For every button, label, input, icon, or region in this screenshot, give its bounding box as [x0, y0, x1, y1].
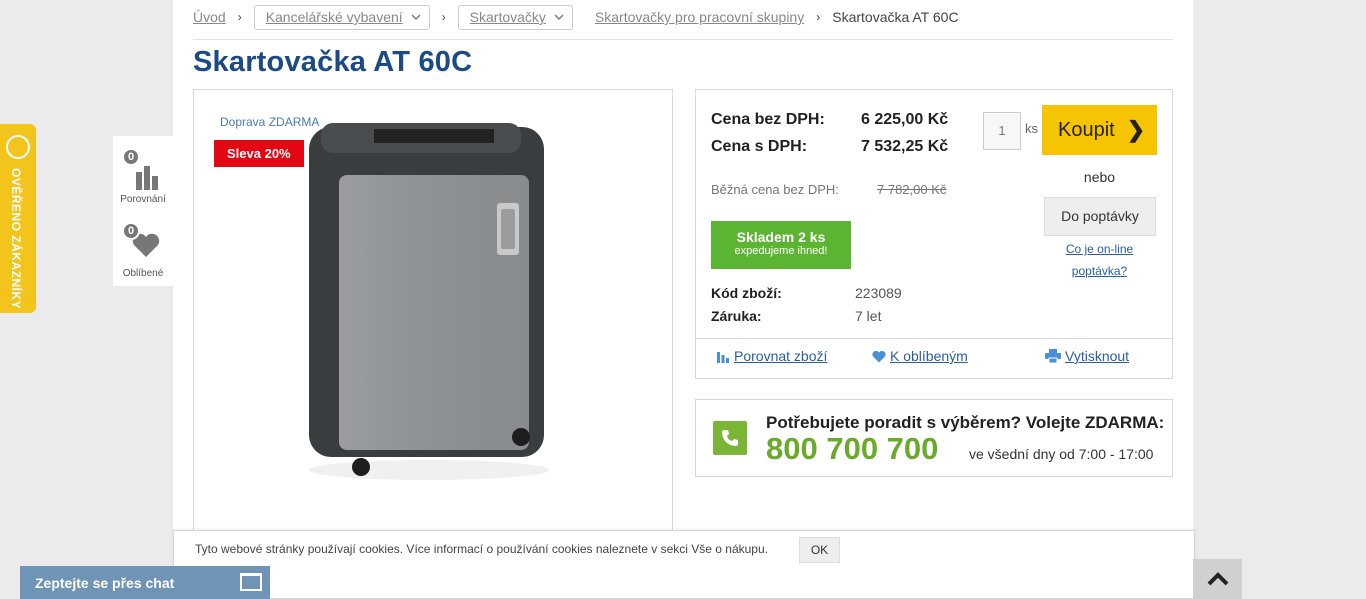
inquiry-button[interactable]: Do poptávky [1044, 197, 1156, 236]
main-content: Úvod › Kancelářské vybavení › Skartovačk… [173, 0, 1193, 599]
contact-hours: ve všední dny od 7:00 - 17:00 [969, 446, 1154, 462]
breadcrumb-current: Skartovačka AT 60C [832, 9, 959, 25]
chevron-up-icon [1207, 572, 1228, 586]
cookie-bar: Tyto webové stránky používají cookies. V… [173, 530, 1195, 599]
quantity-input[interactable]: 1 [983, 112, 1021, 150]
product-code-label: Kód zboží: [711, 285, 782, 301]
phone-number[interactable]: 800 700 700 [766, 431, 938, 467]
breadcrumb: Úvod › Kancelářské vybavení › Skartovačk… [193, 4, 959, 30]
add-favorite-label: K oblíbeným [890, 348, 968, 364]
product-code: 223089 [855, 285, 902, 301]
buy-button-label: Koupit [1058, 118, 1115, 141]
chevron-down-icon [554, 14, 564, 21]
phone-icon [713, 421, 747, 455]
breadcrumb-workgroup[interactable]: Skartovačky pro pracovní skupiny [595, 9, 804, 25]
chevron-down-icon [411, 14, 421, 21]
chat-window-icon [240, 573, 262, 591]
breadcrumb-shredders-label: Skartovačky [469, 9, 546, 25]
buy-button[interactable]: Koupit ❯ [1042, 105, 1157, 155]
compare-bars-icon [717, 352, 729, 363]
online-inquiry-line2: poptávka? [1071, 264, 1128, 278]
warranty-value: 7 let [855, 308, 882, 324]
stock-title: Skladem 2 ks [736, 229, 826, 245]
cookie-message: Tyto webové stránky používají cookies. V… [195, 542, 768, 556]
online-inquiry-line1: Co je on-line [1065, 242, 1134, 256]
old-price-label: Běžná cena bez DPH: [711, 182, 839, 197]
divider [193, 39, 1173, 40]
print-link[interactable]: Vytisknout [1045, 348, 1129, 364]
or-label: nebo [1083, 169, 1116, 185]
heart-icon [872, 350, 886, 362]
price-vat: 7 532,25 Kč [861, 138, 949, 155]
warranty-label: Záruka: [711, 308, 762, 324]
cookie-ok-button[interactable]: OK [799, 537, 840, 563]
back-to-top-button[interactable] [1193, 559, 1242, 599]
print-label: Vytisknout [1065, 348, 1130, 364]
divider [696, 338, 1172, 339]
price-no-vat: 6 225,00 Kč [861, 111, 949, 128]
price-box: Cena bez DPH: 6 225,00 Kč Cena s DPH: 7 … [695, 89, 1173, 379]
chat-widget[interactable]: Zeptejte se přes chat [20, 566, 270, 599]
compare-product-link[interactable]: Porovnat zboží [716, 348, 827, 364]
compare-widget[interactable]: 0 Porovnání [113, 148, 173, 208]
breadcrumb-separator-icon: › [816, 10, 821, 24]
contact-heading: Potřebujete poradit s výběrem? Volejte Z… [766, 413, 1165, 432]
verified-customers-tab[interactable]: OVĚŘENO ZÁKAZNÍKY [0, 124, 36, 313]
price-vat-label: Cena s DPH: [711, 138, 808, 155]
compare-label: Porovnání [120, 194, 166, 205]
price-no-vat-label: Cena bez DPH: [711, 111, 825, 128]
compare-favorites-widget: 0 Porovnání 0 Oblíbené [113, 136, 173, 286]
breadcrumb-dropdown-office[interactable]: Kancelářské vybavení [253, 4, 430, 30]
breadcrumb-separator-icon: › [441, 10, 446, 24]
breadcrumb-dropdown-shredders[interactable]: Skartovačky [457, 4, 573, 30]
breadcrumb-separator-icon: › [237, 10, 242, 24]
stock-badge: Skladem 2 ks expedujeme ihned! [711, 221, 851, 269]
add-favorite-link[interactable]: K oblíbeným [872, 348, 968, 364]
chevron-right-icon: ❯ [1126, 117, 1146, 142]
chat-label: Zeptejte se přes chat [35, 575, 175, 591]
favorites-label: Oblíbené [122, 268, 164, 279]
stock-subtitle: expedujeme ihned! [734, 245, 828, 257]
old-price: 7 782,00 Kč [877, 182, 947, 197]
breadcrumb-home[interactable]: Úvod [193, 9, 226, 25]
compare-count-badge: 0 [122, 148, 140, 166]
contact-box: Potřebujete poradit s výběrem? Volejte Z… [695, 399, 1173, 477]
page-title: Skartovačka AT 60C [193, 46, 473, 78]
compare-chart-icon [136, 166, 158, 190]
discount-badge: Sleva 20% [214, 140, 304, 167]
compare-product-label: Porovnat zboží [734, 348, 828, 364]
quantity-unit: ks [1025, 121, 1038, 136]
printer-icon [1045, 349, 1061, 363]
product-image [309, 123, 549, 480]
product-image-box[interactable]: Doprava ZDARMA Sleva 20% [193, 89, 673, 549]
verified-label: OVĚŘENO ZÁKAZNÍKY [9, 168, 23, 310]
breadcrumb-office-label: Kancelářské vybavení [265, 9, 403, 25]
favorites-count-badge: 0 [122, 222, 140, 240]
verified-seal-icon [6, 135, 30, 159]
favorites-widget[interactable]: 0 Oblíbené [113, 222, 173, 282]
online-inquiry-help-link[interactable]: Co je on-line poptávka? [1042, 238, 1157, 282]
